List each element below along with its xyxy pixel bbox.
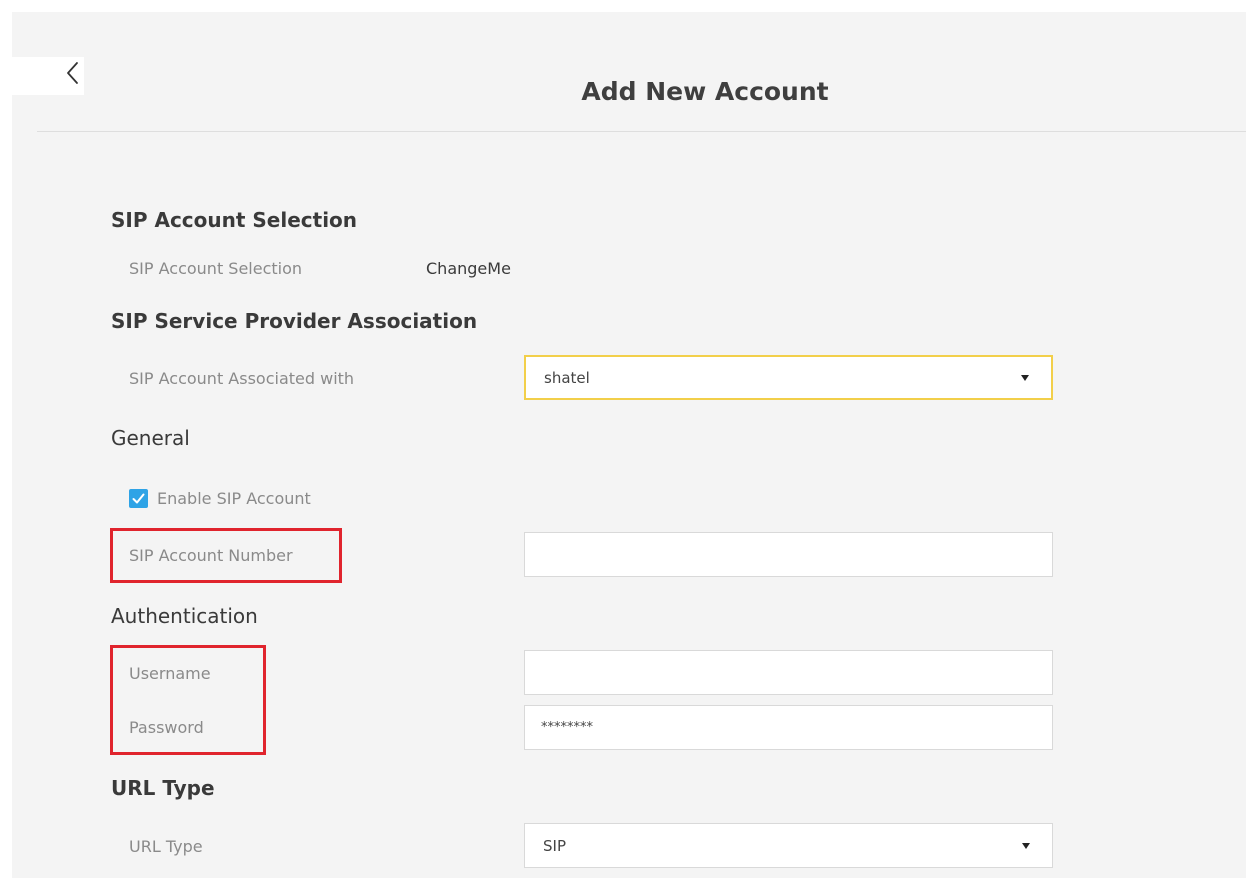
- sip-account-selection-label: SIP Account Selection: [129, 259, 303, 278]
- checkmark-icon: [132, 493, 145, 504]
- provider-association-selected-value: shatel: [544, 368, 590, 387]
- general-heading: General: [111, 426, 190, 450]
- url-type-select[interactable]: SIP: [524, 823, 1053, 868]
- provider-association-label: SIP Account Associated with: [129, 369, 355, 388]
- username-input[interactable]: [524, 650, 1053, 695]
- username-label: Username: [129, 664, 211, 683]
- sip-account-number-input[interactable]: [524, 532, 1053, 577]
- enable-sip-account-label[interactable]: Enable SIP Account: [157, 488, 311, 510]
- url-type-selected-value: SIP: [543, 836, 566, 855]
- enable-sip-account-checkbox[interactable]: [129, 489, 148, 508]
- sip-account-selection-value: ChangeMe: [426, 259, 511, 278]
- url-type-label: URL Type: [129, 837, 203, 856]
- page-title: Add New Account: [581, 77, 829, 106]
- title-divider: [37, 131, 1246, 132]
- provider-association-heading: SIP Service Provider Association: [111, 309, 478, 333]
- provider-association-select[interactable]: shatel: [524, 355, 1053, 400]
- password-input[interactable]: [524, 705, 1053, 750]
- chevron-down-icon: [1022, 842, 1030, 849]
- sip-account-number-label: SIP Account Number: [129, 546, 293, 565]
- chevron-down-icon: [1021, 374, 1029, 381]
- authentication-heading: Authentication: [111, 604, 258, 628]
- sip-account-selection-heading: SIP Account Selection: [111, 208, 358, 232]
- url-type-heading: URL Type: [111, 776, 215, 800]
- password-label: Password: [129, 718, 204, 737]
